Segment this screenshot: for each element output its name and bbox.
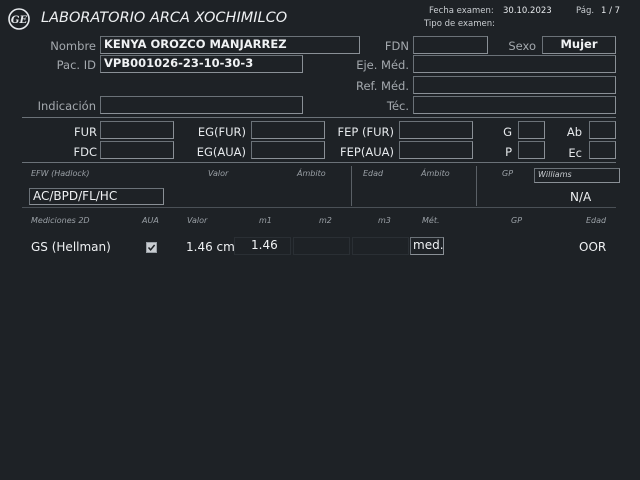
patient-id-field[interactable]: VPB001026-23-10-30-3 — [100, 55, 303, 73]
eg-fur-field[interactable] — [251, 121, 325, 139]
checkmark-icon — [147, 244, 156, 251]
fep-fur-label: FEP (FUR) — [337, 125, 394, 139]
column-divider — [351, 166, 352, 206]
indication-field[interactable] — [100, 96, 303, 114]
m2-field[interactable] — [293, 237, 350, 255]
eg-aua-label: EG(AUA) — [196, 145, 246, 159]
ge-logo: GE — [8, 8, 30, 30]
g-label: G — [503, 125, 512, 139]
aua-checkbox[interactable] — [146, 242, 157, 253]
ref-doctor-field[interactable] — [413, 76, 616, 94]
fep-fur-field[interactable] — [399, 121, 473, 139]
page-label: Pág. — [576, 6, 595, 16]
m2-column-header: m2 — [319, 216, 332, 225]
divider — [22, 162, 616, 163]
gp-column-header: GP — [511, 216, 523, 225]
ec-field[interactable] — [589, 141, 616, 159]
page-title: LABORATORIO ARCA XOCHIMILCO — [41, 10, 288, 26]
met-column-header: Mét. — [422, 216, 440, 225]
efw-formula-field[interactable]: AC/BPD/FL/HC — [29, 188, 164, 205]
aua-column-header: AUA — [142, 216, 159, 225]
ab-label: Ab — [566, 125, 582, 139]
exam-date-label: Fecha examen: — [429, 6, 494, 16]
fur-field[interactable] — [100, 121, 174, 139]
divider — [22, 117, 616, 118]
p-label: P — [505, 145, 512, 159]
exec-doctor-field[interactable] — [413, 55, 616, 73]
gp-column-header: GP — [502, 169, 514, 178]
svg-text:GE: GE — [11, 15, 28, 26]
page-number: 1 / 7 — [601, 6, 621, 16]
column-divider — [476, 166, 477, 206]
exam-type-label: Tipo de examen: — [424, 19, 495, 29]
eg-fur-label: EG(FUR) — [197, 125, 246, 139]
efw-column-header: EFW (Hadlock) — [31, 169, 90, 178]
fep-aua-label: FEP(AUA) — [340, 145, 394, 159]
measurements-column-header: Mediciones 2D — [31, 216, 90, 225]
m3-field[interactable] — [352, 237, 409, 255]
fep-aua-field[interactable] — [399, 141, 473, 159]
valor-column-header: Valor — [208, 169, 229, 178]
name-field[interactable]: KENYA OROZCO MANJARREZ — [100, 36, 360, 54]
ambito2-column-header: Ámbito — [421, 169, 450, 178]
edad-column-header: Edad — [586, 216, 607, 225]
name-label: Nombre — [50, 39, 96, 53]
g-field[interactable] — [518, 121, 545, 139]
tech-label: Téc. — [386, 99, 409, 113]
fdc-field[interactable] — [100, 141, 174, 159]
patient-id-label: Pac. ID — [56, 58, 96, 72]
ab-field[interactable] — [589, 121, 616, 139]
m3-column-header: m3 — [378, 216, 391, 225]
sex-field[interactable]: Mujer — [542, 36, 616, 54]
measurement-edad: OOR — [579, 240, 607, 254]
ec-label: Ec — [568, 146, 582, 160]
fur-label: FUR — [73, 125, 97, 139]
fdc-label: FDC — [73, 145, 98, 159]
method-button[interactable]: med. — [410, 237, 444, 255]
tech-field[interactable] — [413, 96, 616, 114]
divider — [22, 207, 616, 208]
indication-label: Indicación — [37, 99, 96, 113]
p-field[interactable] — [518, 141, 545, 159]
measurement-name: GS (Hellman) — [31, 240, 111, 254]
eg-aua-field[interactable] — [251, 141, 325, 159]
exec-doctor-label: Eje. Méd. — [356, 58, 409, 72]
edad-column-header: Edad — [363, 169, 384, 178]
dob-field[interactable] — [413, 36, 488, 54]
gp-method-field[interactable]: Williams — [534, 168, 620, 183]
ambito-column-header: Ámbito — [297, 169, 326, 178]
m1-field[interactable]: 1.46 — [234, 237, 291, 255]
gp-value: N/A — [570, 190, 592, 204]
sex-label: Sexo — [508, 39, 536, 53]
exam-date: 30.10.2023 — [503, 6, 552, 16]
m1-column-header: m1 — [259, 216, 272, 225]
dob-label: FDN — [384, 39, 409, 53]
valor-column-header: Valor — [187, 216, 208, 225]
measurement-value: 1.46 cm — [186, 240, 235, 254]
ref-doctor-label: Ref. Méd. — [355, 79, 409, 93]
